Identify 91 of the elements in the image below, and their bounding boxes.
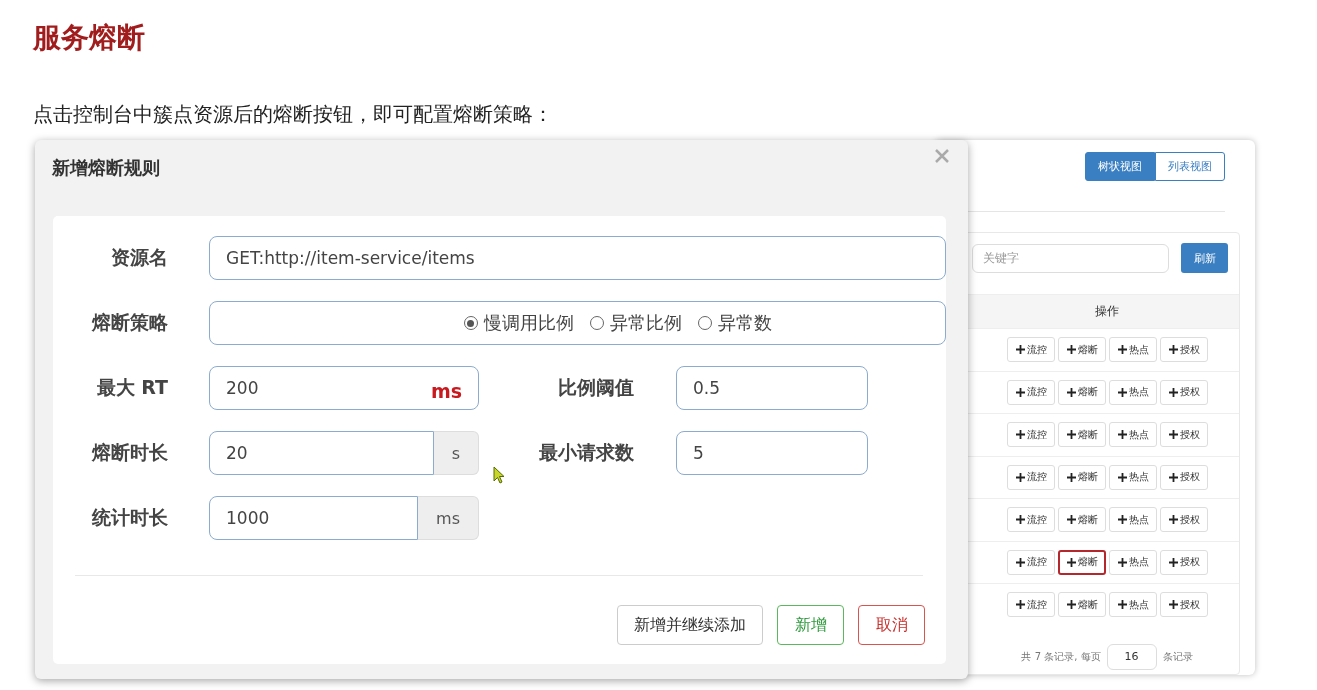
action-button[interactable]: 熔断	[1058, 422, 1106, 448]
field-label: 比例阈值	[557, 375, 634, 400]
plus-icon	[1015, 472, 1025, 482]
action-button[interactable]: 热点	[1109, 422, 1157, 448]
plus-icon	[1015, 387, 1025, 397]
records-label: 条记录	[1162, 649, 1193, 664]
plus-icon	[1168, 515, 1178, 525]
dialog-button[interactable]: 新增	[777, 605, 844, 645]
plus-icon	[1066, 345, 1076, 355]
unit-label: ms	[430, 380, 462, 402]
action-button[interactable]: 授权	[1160, 422, 1208, 448]
plus-icon	[1117, 557, 1127, 567]
plus-icon	[1066, 600, 1076, 610]
view-toggle-tab[interactable]: 列表视图	[1155, 152, 1225, 181]
plus-icon	[1117, 472, 1127, 482]
field-label: 熔断时长	[90, 440, 168, 465]
unit-addon: ms	[418, 496, 479, 540]
plus-icon	[1066, 557, 1076, 567]
view-toggle-tab[interactable]: 树状视图	[1085, 152, 1155, 181]
radio-label[interactable]: 异常比例	[609, 311, 682, 335]
action-button[interactable]: 流控	[1007, 379, 1055, 405]
dialog-title: 新增熔断规则	[51, 156, 160, 180]
intro-text: 点击控制台中簇点资源后的熔断按钮，即可配置熔断策略：	[33, 101, 553, 128]
action-button[interactable]: 熔断	[1058, 337, 1106, 363]
plus-icon	[1168, 345, 1178, 355]
action-button[interactable]: 熔断	[1058, 507, 1106, 533]
text-field[interactable]: GET:http://item-service/items	[209, 236, 946, 280]
action-button[interactable]: 流控	[1007, 422, 1055, 448]
plus-icon	[1168, 472, 1178, 482]
action-button[interactable]: 热点	[1109, 379, 1157, 405]
record-count: 共 7 条记录, 每页	[1021, 649, 1101, 664]
plus-icon	[1015, 430, 1025, 440]
plus-icon	[1066, 472, 1076, 482]
action-button[interactable]: 流控	[1007, 592, 1055, 618]
page-size-field[interactable]: 16	[1106, 643, 1157, 670]
text-field[interactable]: 5	[676, 431, 868, 475]
plus-icon	[1015, 557, 1025, 567]
action-button[interactable]: 流控	[1007, 507, 1055, 533]
section-heading: 服务熔断	[33, 20, 145, 56]
action-button[interactable]: 流控	[1007, 337, 1055, 363]
action-button[interactable]: 熔断	[1058, 549, 1106, 575]
action-button[interactable]: 授权	[1160, 464, 1208, 490]
action-button[interactable]: 授权	[1160, 592, 1208, 618]
dialog-button[interactable]: 取消	[858, 605, 925, 645]
action-button[interactable]: 熔断	[1058, 379, 1106, 405]
action-button[interactable]: 授权	[1160, 549, 1208, 575]
plus-icon	[1117, 600, 1127, 610]
plus-icon	[1168, 600, 1178, 610]
field-label: 资源名	[110, 245, 168, 270]
plus-icon	[1117, 387, 1127, 397]
text-field[interactable]: 200 ms	[209, 366, 479, 410]
action-button[interactable]: 熔断	[1058, 592, 1106, 618]
plus-icon	[1168, 387, 1178, 397]
action-button[interactable]: 授权	[1160, 337, 1208, 363]
plus-icon	[1066, 430, 1076, 440]
action-button[interactable]: 热点	[1109, 464, 1157, 490]
field-value: 200	[226, 378, 260, 398]
action-button[interactable]: 热点	[1109, 549, 1157, 575]
plus-icon	[1015, 600, 1025, 610]
action-button[interactable]: 热点	[1109, 592, 1157, 618]
plus-icon	[1015, 515, 1025, 525]
plus-icon	[1168, 557, 1178, 567]
plus-icon	[1117, 430, 1127, 440]
radio-label[interactable]: 异常数	[717, 311, 772, 335]
cursor-icon	[493, 466, 505, 484]
plus-icon	[1168, 430, 1178, 440]
dialog-button[interactable]: 新增并继续添加	[617, 605, 763, 645]
action-button[interactable]: 熔断	[1058, 464, 1106, 490]
text-field[interactable]: 0.5	[676, 366, 868, 410]
action-button[interactable]: 流控	[1007, 549, 1055, 575]
field-label: 熔断策略	[90, 310, 168, 335]
action-button[interactable]: 授权	[1160, 379, 1208, 405]
field-label: 最大 RT	[95, 375, 168, 400]
action-button[interactable]: 热点	[1109, 507, 1157, 533]
unit-addon: s	[433, 431, 479, 475]
text-field[interactable]: 20	[209, 431, 434, 475]
action-button[interactable]: 授权	[1160, 507, 1208, 533]
text-field[interactable]: 1000	[209, 496, 419, 540]
field-label: 统计时长	[91, 505, 168, 530]
plus-icon	[1015, 345, 1025, 355]
refresh-button[interactable]: 刷新	[1181, 243, 1228, 273]
action-button[interactable]: 流控	[1007, 464, 1055, 490]
plus-icon	[1117, 515, 1127, 525]
action-button[interactable]: 热点	[1109, 337, 1157, 363]
plus-icon	[1117, 345, 1127, 355]
plus-icon	[1066, 387, 1076, 397]
field-label: 最小请求数	[538, 440, 634, 465]
plus-icon	[1066, 515, 1076, 525]
radio-label[interactable]: 慢调用比例	[483, 311, 574, 335]
search-field[interactable]: 关键字	[972, 243, 1169, 273]
column-header: 操作	[1094, 303, 1120, 320]
